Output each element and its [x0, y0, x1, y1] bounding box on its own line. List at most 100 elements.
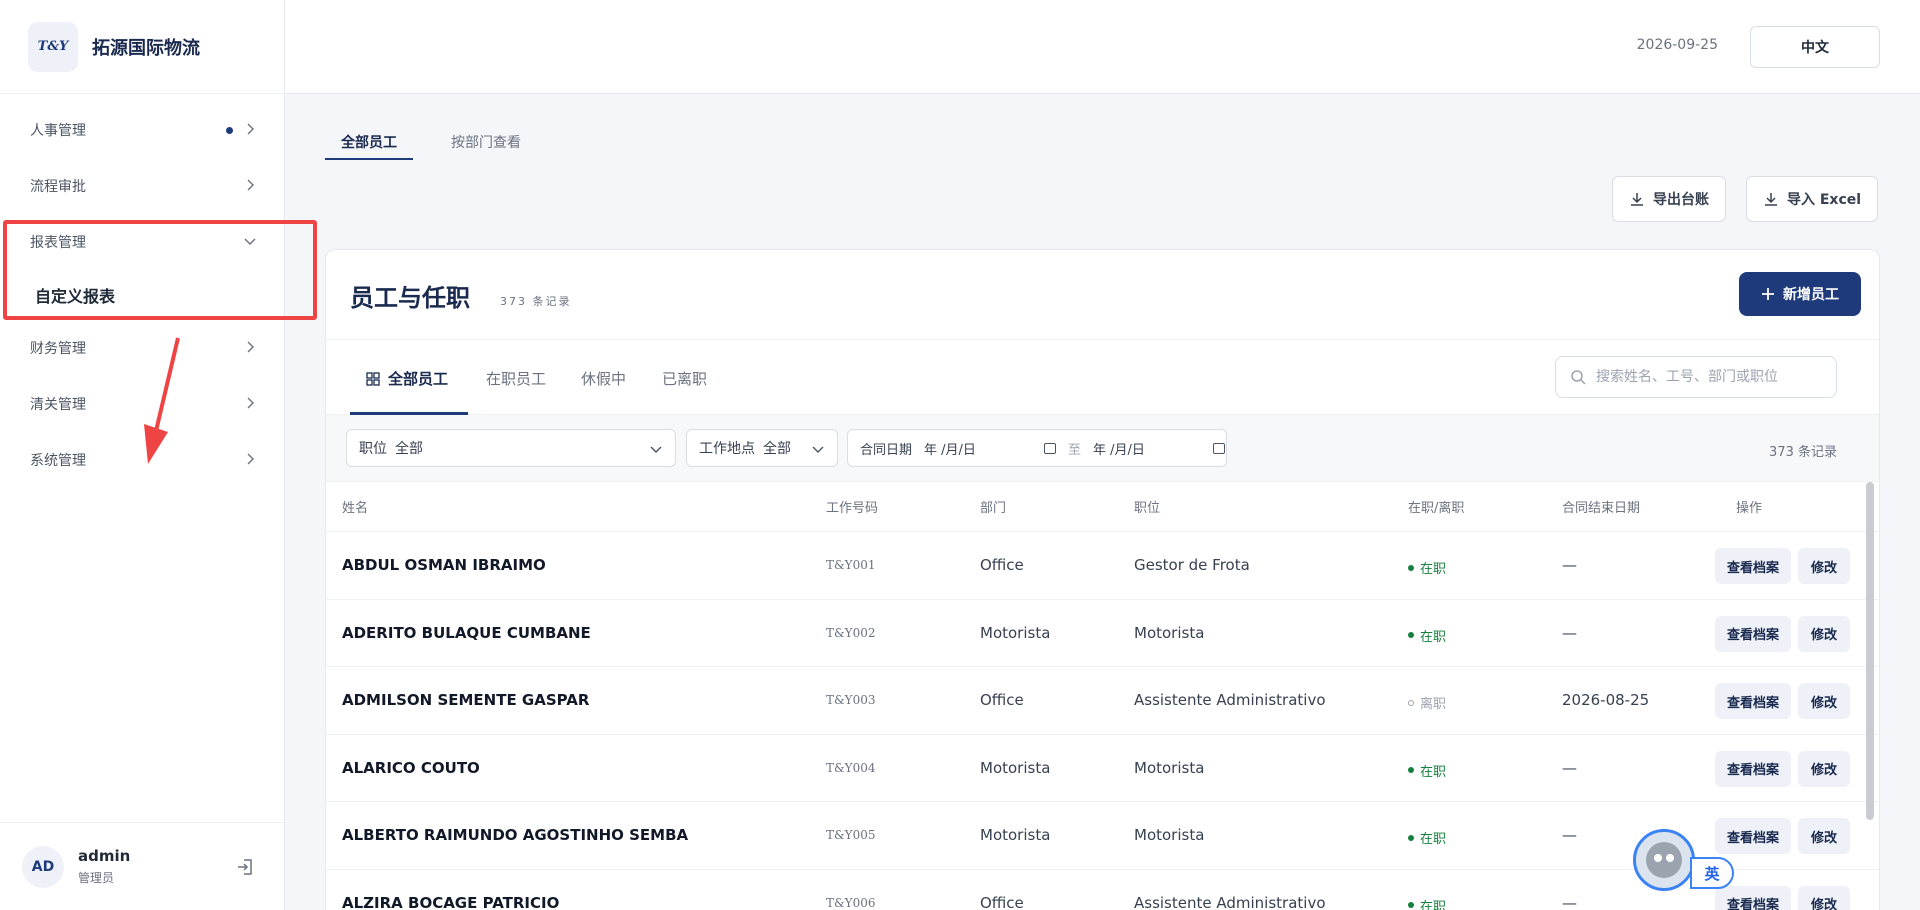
import-excel-button[interactable]: 导入 Excel	[1746, 176, 1879, 222]
current-date: 2026-09-25	[1636, 37, 1718, 53]
table-scrollbar[interactable]	[1866, 482, 1874, 820]
tab-status-active[interactable]: 在职员工	[486, 368, 546, 389]
status-text: 在职	[1420, 899, 1447, 910]
status-badge: 在职	[1408, 761, 1446, 780]
tab-by-department[interactable]: 按部门查看	[435, 126, 537, 160]
edit-button[interactable]: 修改	[1798, 818, 1850, 854]
sidebar-item-label: 流程审批	[30, 179, 86, 195]
table-header: 姓名 工作号码 部门 职位 在职/离职 合同结束日期 操作	[326, 482, 1879, 532]
view-profile-button[interactable]: 查看档案	[1715, 615, 1791, 652]
position-value: 全部	[395, 441, 423, 457]
employee-card: 员工与任职 373 条记录 新增员工 全部员工 在职员工 休假中 已离职 职位 …	[325, 249, 1880, 910]
employee-position: Motorista	[1134, 623, 1205, 642]
sidebar-item-approval[interactable]: 流程审批	[0, 158, 285, 214]
search-input[interactable]	[1596, 369, 1826, 385]
contract-date-label: 合同日期	[860, 442, 913, 458]
view-profile-button[interactable]: 查看档案	[1715, 750, 1791, 787]
column-header-status: 在职/离职	[1408, 501, 1465, 516]
view-profile-button[interactable]: 查看档案	[1715, 818, 1791, 854]
view-profile-button[interactable]: 查看档案	[1715, 683, 1791, 719]
status-dot-icon	[1408, 902, 1414, 908]
status-dot-icon	[1408, 834, 1414, 841]
edit-button[interactable]: 修改	[1798, 885, 1850, 910]
table-row: ADERITO BULAQUE CUMBANE T&Y002 Motorista…	[326, 600, 1879, 667]
status-tabs: 全部员工 在职员工 休假中 已离职	[326, 340, 1879, 415]
assistant-avatar[interactable]	[1633, 829, 1695, 891]
avatar: AD	[22, 845, 64, 888]
status-badge: 在职	[1408, 558, 1446, 577]
add-employee-button[interactable]: 新增员工	[1739, 272, 1861, 316]
status-badge: 离职	[1408, 693, 1446, 712]
page-title: 员工与任职	[350, 283, 470, 312]
employee-name: ADMILSON SEMENTE GASPAR	[342, 691, 590, 709]
search-icon	[1571, 370, 1586, 385]
employee-name: ALZIRA BOCAGE PATRICIO	[342, 893, 560, 910]
filtered-record-count: 373 条记录	[1769, 445, 1837, 460]
sidebar-item-hr[interactable]: 人事管理	[0, 102, 285, 158]
column-header-code: 工作号码	[826, 501, 879, 516]
start-date-input[interactable]: 年 /月/日	[924, 439, 976, 458]
view-profile-button[interactable]: 查看档案	[1715, 548, 1791, 584]
chevron-right-icon	[247, 453, 254, 465]
import-excel-label: 导入 Excel	[1787, 192, 1862, 208]
grid-icon	[366, 371, 380, 386]
tab-status-all[interactable]: 全部员工	[366, 368, 448, 389]
position-select[interactable]: 职位 全部	[346, 429, 676, 467]
employee-name: ALBERTO RAIMUNDO AGOSTINHO SEMBA	[342, 826, 689, 844]
company-logo: T&Y	[28, 21, 78, 72]
location-label: 工作地点	[699, 441, 755, 457]
employee-dept: Office	[980, 691, 1024, 709]
location-select[interactable]: 工作地点 全部	[686, 429, 838, 467]
status-dot-icon	[1408, 767, 1414, 773]
contract-end-date: —	[1562, 826, 1577, 844]
annotation-highlight-box	[3, 220, 317, 320]
location-value: 全部	[763, 441, 791, 457]
contract-date-range: 合同日期 年 /月/日 至 年 /月/日	[847, 429, 1227, 467]
column-header-ops: 操作	[1736, 501, 1763, 516]
tab-all-employees[interactable]: 全部员工	[325, 126, 413, 160]
download-icon	[1631, 193, 1643, 206]
status-text: 在职	[1420, 629, 1447, 645]
logout-icon[interactable]	[235, 857, 255, 877]
user-panel: AD admin 管理员	[0, 822, 285, 910]
edit-button[interactable]: 修改	[1798, 548, 1850, 584]
edit-button[interactable]: 修改	[1798, 683, 1850, 719]
contract-end-date: —	[1562, 758, 1577, 777]
add-employee-label: 新增员工	[1783, 287, 1839, 303]
status-text: 在职	[1420, 562, 1447, 577]
user-role: 管理员	[78, 871, 115, 885]
chevron-right-icon	[247, 179, 254, 191]
employee-position: Gestor de Frota	[1134, 556, 1250, 574]
language-button[interactable]: 中文	[1750, 26, 1880, 68]
employee-code: T&Y001	[826, 558, 876, 572]
search-box	[1555, 356, 1837, 398]
plus-icon	[1762, 288, 1774, 300]
filter-bar: 职位 全部 工作地点 全部 合同日期 年 /月/日 至 年 /月/日 373 条…	[326, 415, 1879, 482]
contract-end-date: 2026-08-25	[1562, 691, 1650, 709]
employee-dept: Motorista	[980, 623, 1051, 642]
sidebar-item-label: 人事管理	[30, 123, 86, 139]
employee-position: Assistente Administrativo	[1134, 893, 1326, 910]
edit-button[interactable]: 修改	[1798, 615, 1850, 652]
calendar-icon[interactable]	[1043, 442, 1056, 454]
view-profile-button[interactable]: 查看档案	[1715, 885, 1791, 910]
employee-name: ABDUL OSMAN IBRAIMO	[342, 556, 546, 574]
column-header-position: 职位	[1134, 501, 1161, 516]
status-badge: 在职	[1408, 828, 1446, 847]
export-ledger-label: 导出台账	[1653, 192, 1709, 208]
assistant-language-toggle[interactable]: 英	[1690, 857, 1734, 889]
contract-end-date: —	[1562, 893, 1577, 910]
end-date-input[interactable]: 年 /月/日	[1093, 439, 1145, 458]
tab-status-resigned[interactable]: 已离职	[662, 368, 707, 389]
sidebar-item-label: 清关管理	[30, 397, 86, 413]
tab-status-leave[interactable]: 休假中	[581, 368, 626, 389]
card-header: 员工与任职 373 条记录 新增员工	[326, 250, 1879, 340]
status-dot-icon	[1408, 632, 1414, 638]
user-info: admin 管理员	[78, 847, 130, 886]
export-ledger-button[interactable]: 导出台账	[1612, 176, 1726, 222]
calendar-icon[interactable]	[1212, 442, 1225, 454]
employee-code: T&Y003	[826, 693, 876, 707]
position-label: 职位	[359, 441, 387, 457]
edit-button[interactable]: 修改	[1798, 750, 1850, 787]
employee-code: T&Y005	[826, 828, 876, 842]
